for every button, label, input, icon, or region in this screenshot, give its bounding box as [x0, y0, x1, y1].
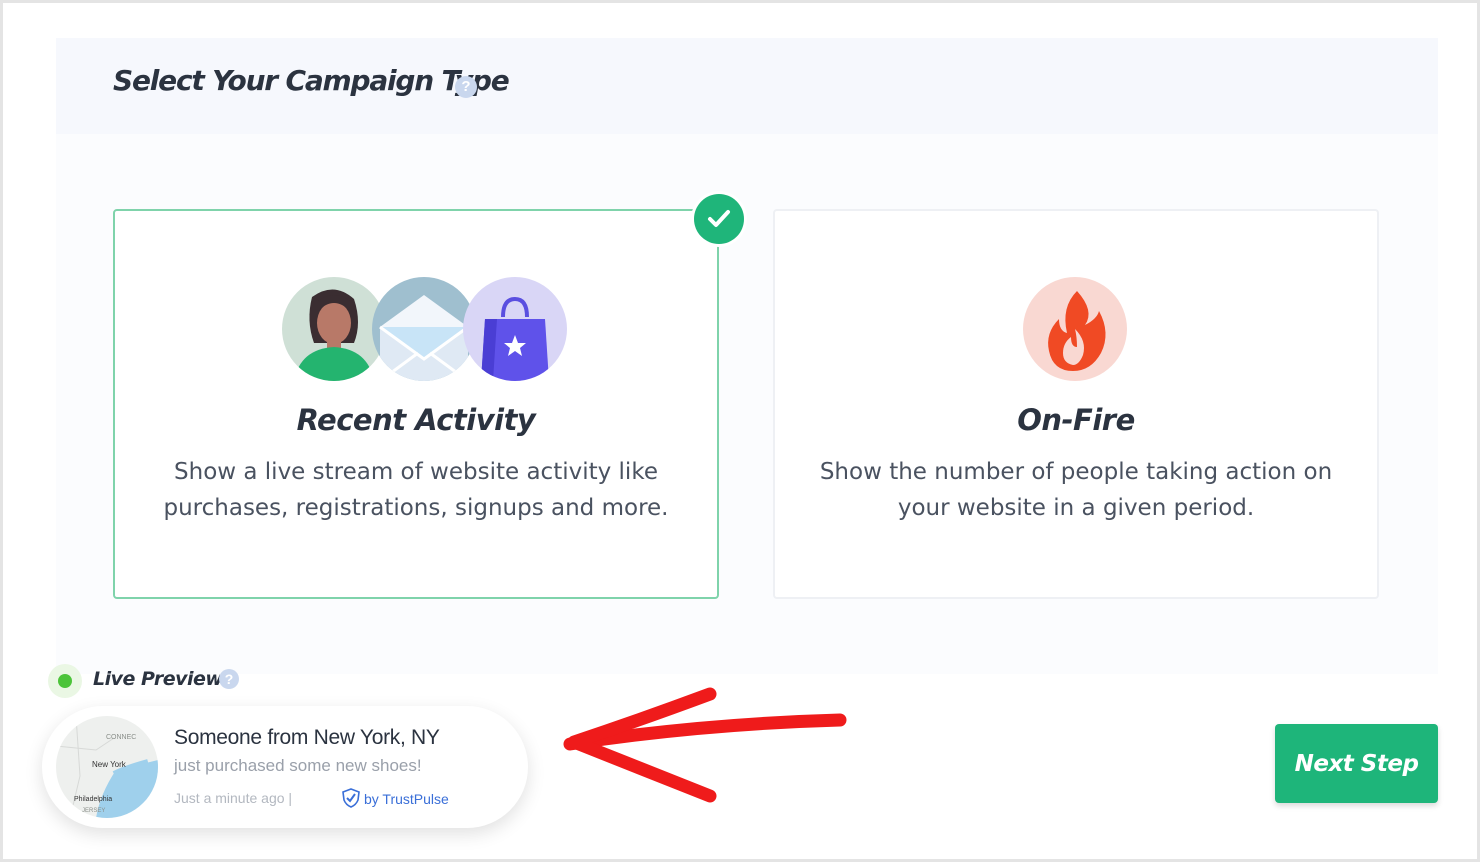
trustpulse-branding: by TrustPulse: [342, 788, 449, 808]
card-description-recent-activity-line2: purchases, registrations, signups and mo…: [163, 495, 669, 521]
card-description-recent-activity-line1: Show a live stream of website activity l…: [174, 459, 658, 485]
live-preview-label: Live Preview: [93, 668, 223, 690]
map-label-jersey: JERSEY: [82, 808, 106, 814]
annotation-arrow-icon: [563, 687, 847, 803]
page-title: Select Your Campaign Type: [113, 64, 510, 97]
card-title-recent-activity: Recent Activity: [296, 403, 536, 437]
next-step-button[interactable]: Next Step: [1275, 724, 1438, 803]
map-label-connecticut: CONNEC: [106, 734, 137, 741]
shopping-bag-icon: [463, 277, 567, 381]
selected-check-icon: [694, 194, 744, 244]
person-avatar-icon: [282, 277, 386, 381]
live-preview-help-icon[interactable]: ?: [219, 669, 239, 689]
live-status-icon: [48, 664, 82, 698]
envelope-icon: [372, 277, 476, 381]
card-description-on-fire-line1: Show the number of people taking action …: [819, 459, 1333, 485]
branding-text: by TrustPulse: [364, 791, 449, 807]
card-title-on-fire: On-Fire: [1017, 403, 1135, 437]
help-icon[interactable]: ?: [455, 76, 477, 98]
notification-time: Just a minute ago |: [174, 790, 293, 806]
map-thumbnail: CONNEC New York Philadelphia JERSEY: [56, 716, 158, 818]
notification-subtitle: just purchased some new shoes!: [174, 756, 422, 775]
card-description-on-fire-line2: your website in a given period.: [897, 495, 1255, 521]
map-label-new-york: New York: [92, 760, 126, 769]
verified-shield-icon: [342, 788, 360, 808]
map-label-philadelphia: Philadelphia: [74, 796, 113, 803]
notification-preview: CONNEC New York Philadelphia JERSEY Some…: [42, 706, 528, 828]
notification-title: Someone from New York, NY: [174, 726, 440, 749]
flame-icon: [1023, 277, 1127, 381]
